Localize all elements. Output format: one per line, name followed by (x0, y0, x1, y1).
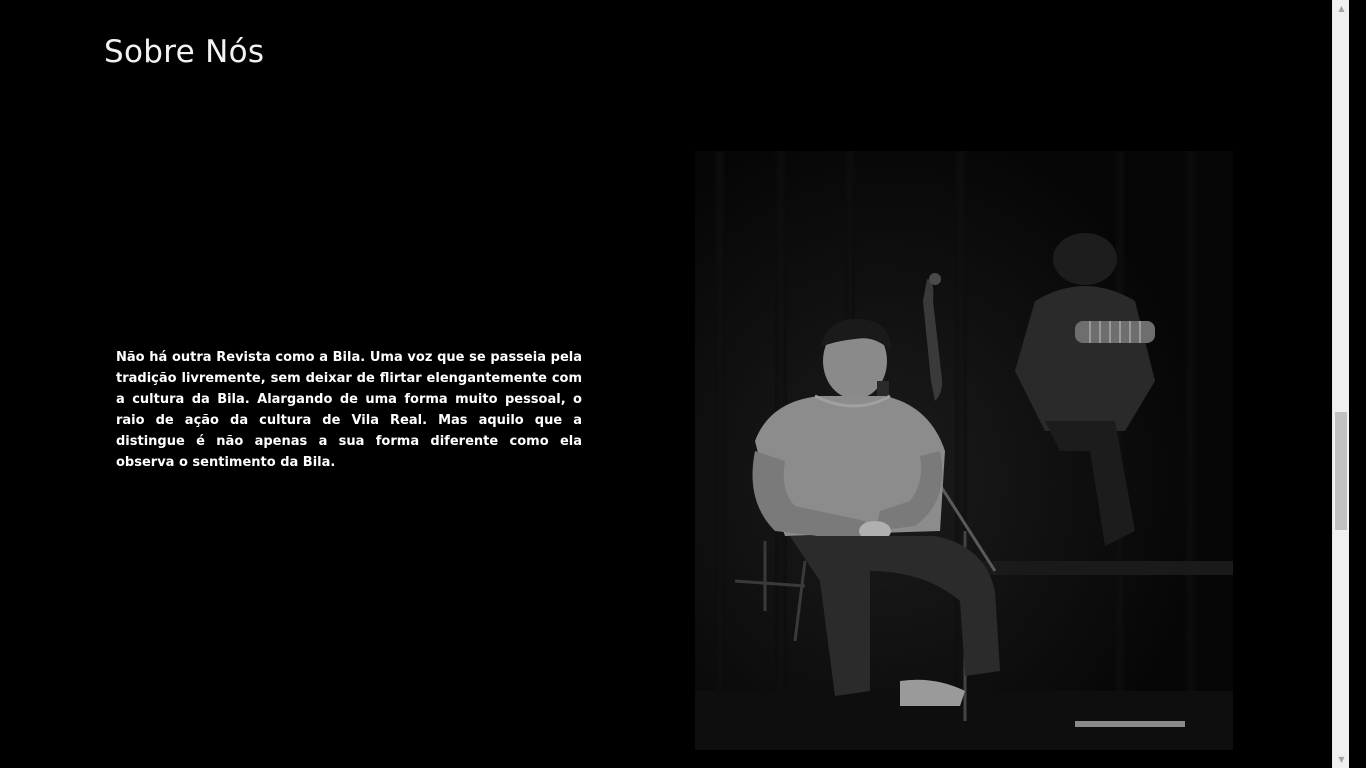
scroll-down-icon[interactable]: ▼ (1333, 751, 1350, 768)
concert-photo (695, 151, 1233, 750)
about-paragraph: Não há outra Revista como a Bila. Uma vo… (116, 350, 582, 470)
page-title: Sobre Nós (104, 34, 265, 70)
vertical-scrollbar[interactable]: ▲ ▼ (1332, 0, 1349, 768)
scrollbar-thumb[interactable] (1335, 412, 1347, 530)
concert-photo-illustration (695, 151, 1233, 750)
page: Sobre Nós Não há outra Revista como a Bi… (0, 0, 1349, 768)
scroll-up-icon[interactable]: ▲ (1333, 0, 1350, 17)
